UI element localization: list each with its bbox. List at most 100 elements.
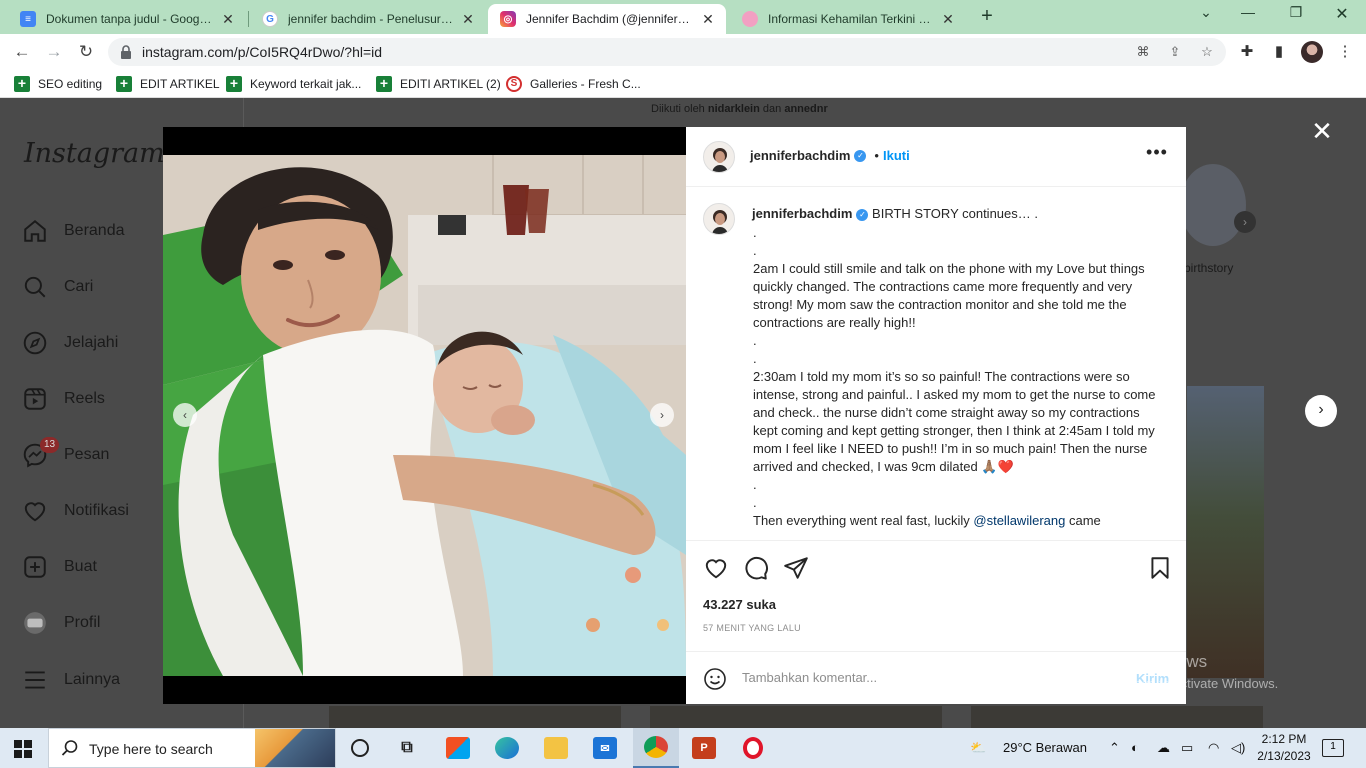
comment-input[interactable] bbox=[742, 670, 1102, 685]
mention-link[interactable]: @stellawilerang bbox=[973, 513, 1065, 528]
comment-icon[interactable] bbox=[743, 555, 769, 581]
meet-now-icon[interactable]: ◐ bbox=[1131, 740, 1139, 755]
post-timestamp[interactable]: 57 MENIT YANG LALU bbox=[703, 623, 801, 633]
back-button[interactable]: ← bbox=[11, 42, 33, 64]
story-next-icon[interactable]: › bbox=[1234, 211, 1256, 233]
save-bookmark-icon[interactable] bbox=[1147, 555, 1173, 581]
like-heart-icon[interactable] bbox=[703, 555, 729, 581]
close-tab-icon[interactable]: ✕ bbox=[940, 11, 956, 28]
sidebar-item-home[interactable]: Beranda bbox=[22, 216, 125, 246]
address-bar[interactable]: instagram.com/p/CoI5RQ4rDwo/?hl=id ⌘ ⇪ ☆ bbox=[108, 38, 1226, 66]
tab-google-docs[interactable]: ≡ Dokumen tanpa judul - Google D ✕ bbox=[8, 4, 246, 34]
taskbar-app-store[interactable] bbox=[435, 728, 481, 768]
grid-post-thumbnail[interactable] bbox=[329, 706, 621, 728]
previous-image-button[interactable]: ‹ bbox=[173, 403, 197, 427]
taskbar-app-opera[interactable] bbox=[730, 728, 776, 768]
more-options-icon[interactable]: ••• bbox=[1146, 143, 1168, 165]
grid-post-thumbnail[interactable] bbox=[1187, 386, 1264, 678]
volume-icon[interactable]: ◁) bbox=[1231, 740, 1245, 756]
minimize-button[interactable]: — bbox=[1228, 4, 1268, 26]
side-panel-icon[interactable]: ▮ bbox=[1268, 42, 1290, 62]
tab-instagram[interactable]: ◎ Jennifer Bachdim (@jenniferbach ✕ bbox=[488, 4, 726, 34]
weather-text[interactable]: 29°C Berawan bbox=[1003, 740, 1087, 755]
new-tab-button[interactable]: + bbox=[976, 6, 998, 28]
share-icon[interactable]: ⇪ bbox=[1166, 44, 1184, 60]
caption-author-avatar[interactable] bbox=[703, 203, 735, 235]
close-modal-button[interactable]: ✕ bbox=[1310, 118, 1334, 144]
network-alert-icon[interactable]: ☁ bbox=[1157, 740, 1170, 756]
extensions-icon[interactable]: ✚ bbox=[1236, 42, 1258, 62]
forward-button[interactable]: → bbox=[43, 42, 65, 64]
bookmark-item[interactable]: + EDIT ARTIKEL bbox=[116, 76, 220, 92]
follower-username[interactable]: nidarklein bbox=[708, 103, 760, 115]
url-text[interactable]: instagram.com/p/CoI5RQ4rDwo/?hl=id bbox=[142, 44, 382, 60]
close-window-button[interactable]: ✕ bbox=[1322, 4, 1362, 26]
next-image-button[interactable]: › bbox=[650, 403, 674, 427]
sidebar-item-reels[interactable]: Reels bbox=[22, 384, 105, 414]
sheets-icon: + bbox=[226, 76, 242, 92]
tab-pregnancy-info[interactable]: Informasi Kehamilan Terkini dan T ✕ bbox=[730, 4, 966, 34]
taskbar-app-edge[interactable] bbox=[484, 728, 530, 768]
close-tab-icon[interactable]: ✕ bbox=[700, 11, 716, 28]
taskbar-app-mail[interactable]: ✉ bbox=[582, 728, 628, 768]
grid-post-thumbnail[interactable] bbox=[971, 706, 1263, 728]
restore-button[interactable]: ❐ bbox=[1276, 4, 1316, 26]
windows-taskbar: Type here to search ⧉ ✉ P ⛅ 29°C Berawan… bbox=[0, 728, 1366, 768]
browser-menu-icon[interactable]: ⋮ bbox=[1334, 42, 1356, 62]
translate-icon[interactable]: ⌘ bbox=[1134, 44, 1152, 60]
bookmark-label: Keyword terkait jak... bbox=[250, 77, 362, 91]
bookmark-item[interactable]: + Keyword terkait jak... bbox=[226, 76, 361, 92]
tab-google-search[interactable]: G jennifer bachdim - Penelusuran G ✕ bbox=[250, 4, 486, 34]
follow-button[interactable]: Ikuti bbox=[883, 148, 910, 163]
mail-icon: ✉ bbox=[593, 737, 617, 759]
taskbar-app-powerpoint[interactable]: P bbox=[681, 728, 727, 768]
follower-username[interactable]: annednr bbox=[784, 103, 827, 115]
site-s-icon: S bbox=[506, 76, 522, 92]
bookmark-item[interactable]: S Galleries - Fresh C... bbox=[506, 76, 641, 92]
tab-search-chevron-icon[interactable]: ⌄ bbox=[1186, 4, 1226, 26]
reload-button[interactable]: ↻ bbox=[75, 42, 97, 64]
sidebar-item-notifications[interactable]: Notifikasi bbox=[22, 496, 129, 526]
story-highlight[interactable] bbox=[1180, 164, 1246, 246]
story-highlight-label[interactable]: birthstory bbox=[1184, 261, 1233, 275]
battery-icon[interactable]: ▭ bbox=[1181, 740, 1193, 756]
instagram-icon: ◎ bbox=[500, 11, 516, 27]
show-hidden-icons-icon[interactable]: ⌃ bbox=[1109, 740, 1120, 756]
caption-username[interactable]: jenniferbachdim bbox=[752, 206, 852, 221]
grid-post-thumbnail[interactable] bbox=[650, 706, 942, 728]
cortana-button[interactable] bbox=[337, 728, 383, 768]
close-tab-icon[interactable]: ✕ bbox=[460, 11, 476, 28]
chrome-icon bbox=[644, 736, 668, 758]
sidebar-item-more[interactable]: Lainnya bbox=[22, 665, 120, 695]
taskbar-search[interactable]: Type here to search bbox=[48, 728, 336, 768]
task-view-button[interactable]: ⧉ bbox=[384, 728, 430, 768]
taskbar-app-chrome[interactable] bbox=[633, 728, 679, 768]
bookmark-item[interactable]: + SEO editing bbox=[14, 76, 102, 92]
toolbar: ← → ↻ instagram.com/p/CoI5RQ4rDwo/?hl=id… bbox=[0, 34, 1366, 70]
lock-icon[interactable] bbox=[120, 45, 132, 59]
taskbar-app-explorer[interactable] bbox=[533, 728, 579, 768]
windows-start-icon[interactable] bbox=[14, 740, 32, 758]
instagram-logo[interactable]: Instagram bbox=[24, 138, 165, 169]
notifications-icon[interactable]: 1 bbox=[1322, 739, 1344, 757]
browser-profile-avatar[interactable] bbox=[1301, 41, 1323, 63]
like-count[interactable]: 43.227 suka bbox=[703, 597, 776, 612]
sidebar-item-search[interactable]: Cari bbox=[22, 272, 93, 302]
wifi-icon[interactable]: ◠ bbox=[1208, 740, 1219, 756]
weather-icon[interactable]: ⛅ bbox=[970, 740, 986, 756]
sidebar-item-messages[interactable]: Pesan bbox=[22, 440, 109, 470]
bookmark-item[interactable]: + EDITI ARTIKEL (2) bbox=[376, 76, 501, 92]
author-username[interactable]: jenniferbachdim bbox=[750, 148, 850, 163]
post-photo[interactable] bbox=[163, 155, 686, 676]
next-post-button[interactable]: › bbox=[1305, 395, 1337, 427]
author-avatar[interactable] bbox=[703, 141, 735, 173]
system-clock[interactable]: 2:12 PM 2/13/2023 bbox=[1254, 731, 1314, 765]
emoji-icon[interactable] bbox=[703, 667, 727, 691]
sidebar-item-create[interactable]: Buat bbox=[22, 552, 97, 582]
bookmark-star-icon[interactable]: ☆ bbox=[1198, 44, 1216, 60]
sheets-icon: + bbox=[116, 76, 132, 92]
share-paper-plane-icon[interactable] bbox=[783, 555, 809, 581]
close-tab-icon[interactable]: ✕ bbox=[220, 11, 236, 28]
sidebar-item-explore[interactable]: Jelajahi bbox=[22, 328, 118, 358]
sidebar-item-profile[interactable]: Profil bbox=[22, 608, 100, 638]
